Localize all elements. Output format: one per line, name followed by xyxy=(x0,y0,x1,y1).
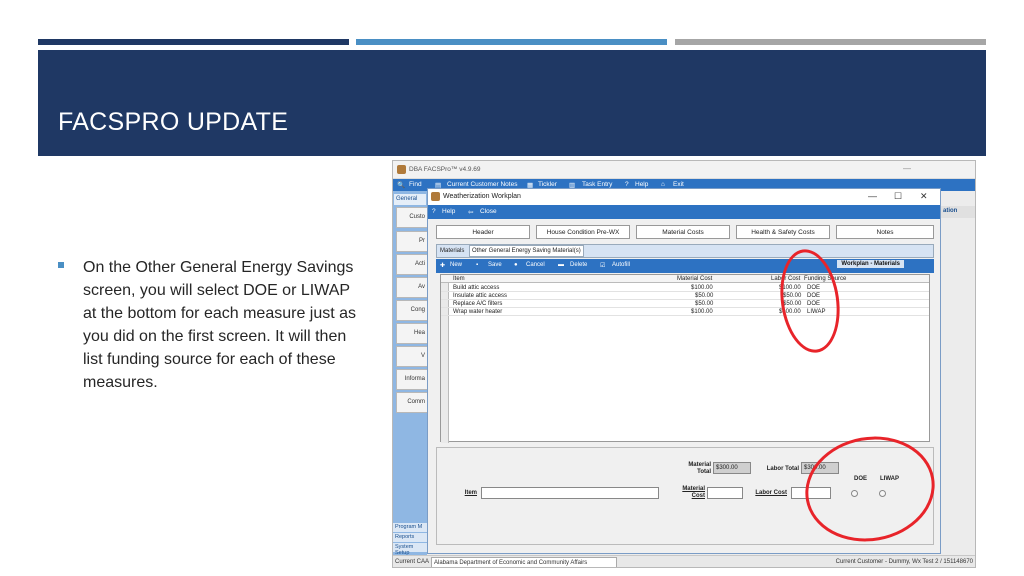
tab-health-safety[interactable]: Health & Safety Costs xyxy=(736,225,830,239)
sidebar-button-av[interactable]: Av xyxy=(396,277,428,298)
minimize-icon[interactable]: — xyxy=(903,164,911,173)
cancel-icon[interactable]: ● xyxy=(514,262,518,268)
cell-item: Insulate attic access xyxy=(453,293,508,299)
close-arrow-icon[interactable]: ⇦ xyxy=(468,208,473,216)
sidebar-button-cong[interactable]: Cong xyxy=(396,300,428,321)
labor-total-label: Labor Total xyxy=(766,466,799,472)
autofill-icon[interactable]: ☑ xyxy=(600,262,605,269)
delete-button[interactable]: Delete xyxy=(570,262,587,268)
sidebar-button-hea[interactable]: Hea xyxy=(396,323,428,344)
dialog-close-icon[interactable]: ✕ xyxy=(920,191,928,202)
sidebar-tab-general[interactable]: General xyxy=(394,194,426,205)
cell-material-cost: $50.00 xyxy=(695,301,714,307)
accent-bar-gray xyxy=(675,39,986,45)
find-icon[interactable]: 🔍 xyxy=(397,181,405,189)
bullet-square-icon xyxy=(58,262,64,268)
current-customer-status: Current Customer - Dummy, Wx Test 2 / 15… xyxy=(835,559,973,565)
accent-bar-navy xyxy=(38,39,349,45)
current-caa-label: Current CAA xyxy=(395,559,430,565)
title-band: FACSPRO UPDATE xyxy=(38,50,986,156)
workplan-materials-heading: Workplan - Materials xyxy=(837,260,904,268)
new-icon[interactable]: ✚ xyxy=(440,262,445,269)
sidebar-button-v[interactable]: V xyxy=(396,346,428,367)
column-material-cost[interactable]: Material Cost xyxy=(677,276,712,282)
material-total-label: Material Total xyxy=(688,462,711,475)
cell-item: Wrap water heater xyxy=(453,309,503,315)
cell-material-cost: $100.00 xyxy=(691,309,713,315)
delete-icon[interactable]: ▬ xyxy=(558,262,564,268)
sidebar-program-m[interactable]: Program M xyxy=(393,523,427,532)
app-logo-icon xyxy=(397,165,406,174)
save-icon[interactable]: ▪ xyxy=(476,262,478,268)
accent-bar-blue xyxy=(356,39,667,45)
materials-grid: Item Material Cost Labor Cost Funding So… xyxy=(440,274,930,443)
menu-exit[interactable]: Exit xyxy=(673,181,684,188)
menu-current-customer-notes[interactable]: Current Customer Notes xyxy=(447,181,517,188)
bullet-text: On the Other General Energy Savings scre… xyxy=(83,259,357,391)
dialog-help-button[interactable]: Help xyxy=(442,208,455,215)
column-item[interactable]: Item xyxy=(453,276,465,282)
dialog-title: Weatherization Workplan xyxy=(443,193,521,200)
table-row[interactable]: Wrap water heater $100.00 $100.00 LIWAP xyxy=(441,308,929,316)
menu-task-entry[interactable]: Task Entry xyxy=(582,181,612,188)
dialog-close-button[interactable]: Close xyxy=(480,208,497,215)
app-screenshot: DBA FACSPro™ v4.9.69 — 🔍 Find ▤ Current … xyxy=(392,160,976,568)
sidebar-system-setup[interactable]: System Setup xyxy=(393,543,427,556)
sidebar-button-informa[interactable]: Informa xyxy=(396,369,428,390)
menu-help[interactable]: Help xyxy=(635,181,648,188)
slide: FACSPRO UPDATE On the Other General Ener… xyxy=(0,0,1024,576)
labor-cost-label: Labor Cost xyxy=(755,490,787,496)
tab-notes[interactable]: Notes xyxy=(836,225,934,239)
sidebar-button-pr[interactable]: Pr xyxy=(396,231,428,252)
agency-select[interactable]: Alabama Department of Economic and Commu… xyxy=(431,557,617,567)
subtab-other-general[interactable]: Other General Energy Saving Material(s) xyxy=(469,245,584,257)
workplan-tabs: Header House Condition Pre-WX Material C… xyxy=(436,225,936,241)
table-row[interactable]: Replace A/C filters $50.00 $50.00 DOE xyxy=(441,300,929,308)
tab-house-condition[interactable]: House Condition Pre-WX xyxy=(536,225,630,239)
help-icon[interactable]: ? xyxy=(625,181,629,188)
sidebar-button-comm[interactable]: Comm xyxy=(396,392,428,413)
material-sub-tabs: Materials Other General Energy Saving Ma… xyxy=(436,244,934,258)
item-input[interactable] xyxy=(481,487,659,499)
table-row[interactable]: Build attic access $100.00 $100.00 DOE xyxy=(441,284,929,292)
sidebar-button-acti[interactable]: Acti xyxy=(396,254,428,275)
subtab-materials[interactable]: Materials xyxy=(440,248,464,254)
app-right-header: ation xyxy=(941,206,975,218)
material-cost-label: Material Cost xyxy=(682,486,705,499)
app-title: DBA FACSPro™ v4.9.69 xyxy=(409,166,481,173)
tab-header[interactable]: Header xyxy=(436,225,530,239)
cell-material-cost: $100.00 xyxy=(691,285,713,291)
material-total-field: $300.00 xyxy=(713,462,751,474)
tab-material-costs[interactable]: Material Costs xyxy=(636,225,730,239)
new-button[interactable]: New xyxy=(450,262,462,268)
item-label: Item xyxy=(464,490,477,496)
cell-item: Replace A/C filters xyxy=(453,301,503,307)
dialog-toolbar: ? Help ⇦ Close xyxy=(428,205,940,219)
app-sidebar: General Custo Pr Acti Av Cong Hea V Info… xyxy=(393,191,428,567)
grid-header: Item Material Cost Labor Cost Funding So… xyxy=(441,275,929,283)
dialog-logo-icon xyxy=(431,192,440,201)
help-icon[interactable]: ? xyxy=(432,208,436,215)
table-row[interactable]: Insulate attic access $50.00 $50.00 DOE xyxy=(441,292,929,300)
sidebar-button-customer[interactable]: Custo xyxy=(396,207,428,228)
menu-find[interactable]: Find xyxy=(409,181,422,188)
sidebar-reports[interactable]: Reports xyxy=(393,533,427,542)
exit-icon[interactable]: ⌂ xyxy=(661,181,665,188)
app-status-bar: Current CAA Alabama Department of Econom… xyxy=(393,555,975,567)
dialog-title-bar: Weatherization Workplan — ☐ ✕ xyxy=(428,189,940,205)
autofill-button[interactable]: Autofill xyxy=(612,262,630,268)
dialog-maximize-icon[interactable]: ☐ xyxy=(894,191,902,202)
save-button[interactable]: Save xyxy=(488,262,502,268)
menu-tickler[interactable]: Tickler xyxy=(538,181,557,188)
cell-item: Build attic access xyxy=(453,285,500,291)
material-toolbar: ✚ New ▪ Save ● Cancel ▬ Delete ☑ Autofil… xyxy=(436,259,934,273)
cancel-button[interactable]: Cancel xyxy=(526,262,545,268)
material-cost-input[interactable] xyxy=(707,487,743,499)
app-title-bar: DBA FACSPro™ v4.9.69 — xyxy=(393,161,975,179)
cell-material-cost: $50.00 xyxy=(695,293,714,299)
slide-title: FACSPRO UPDATE xyxy=(58,108,289,136)
dialog-minimize-icon[interactable]: — xyxy=(868,191,877,201)
